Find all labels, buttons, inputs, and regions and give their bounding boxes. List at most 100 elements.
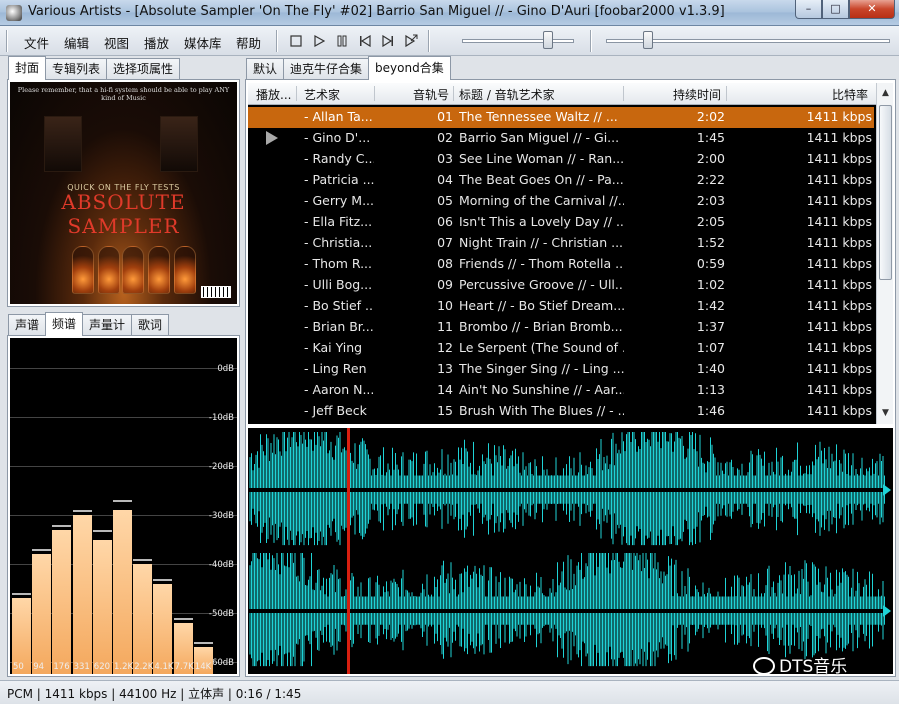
table-row[interactable]: - Gerry M... 05 Morning of the Carnival //… — [248, 191, 874, 212]
menu-playback[interactable]: 播放 — [144, 33, 169, 52]
previous-button[interactable] — [356, 32, 374, 50]
table-row[interactable]: - Allan Ta... 01 The Tennessee Waltz // ..… — [248, 107, 874, 128]
cell-artist: - Randy C... — [304, 151, 374, 166]
seekbar-thumb[interactable] — [543, 31, 553, 49]
frequency-label: 331 — [73, 662, 90, 672]
table-row[interactable]: - Kai Ying 12 Le Serpent (The Sound of ...… — [248, 338, 874, 359]
cell-duration: 1:13 — [696, 382, 725, 397]
column-divider[interactable] — [453, 86, 454, 101]
cell-bitrate: 1411 kbps — [806, 256, 872, 271]
cell-artist: - Brian Br... — [304, 319, 374, 334]
table-row[interactable]: - Bo Stief ... 10 Heart // - Bo Stief Drea… — [248, 296, 874, 317]
table-row[interactable]: - Aaron N... 14 Ain't No Sunshine // - Aar… — [248, 380, 874, 401]
volume-thumb[interactable] — [643, 31, 653, 49]
table-row[interactable]: - Randy C... 03 See Line Woman // - Ran...… — [248, 149, 874, 170]
table-row[interactable]: - Patricia ... 04 The Beat Goes On // - Pa… — [248, 170, 874, 191]
cell-bitrate: 1411 kbps — [806, 340, 872, 355]
table-row[interactable]: - Brian Br... 11 Brombo // - Brian Bromb..… — [248, 317, 874, 338]
menu-help[interactable]: 帮助 — [236, 33, 261, 52]
tab-spectrum[interactable]: 频谱 — [45, 312, 84, 336]
left-bottom-tabs: 声谱 频谱 声量计 歌词 — [8, 312, 170, 336]
cell-bitrate: 1411 kbps — [806, 109, 872, 124]
next-icon — [382, 35, 393, 47]
watermark-text: DTS音乐 — [779, 657, 848, 677]
column-duration[interactable]: 持续时间 — [673, 86, 721, 103]
scroll-up-arrow-icon[interactable]: ▲ — [877, 85, 894, 102]
waveform-center-gap — [248, 488, 893, 492]
column-artist[interactable]: 艺术家 — [304, 86, 340, 103]
maximize-button[interactable]: □ — [822, 0, 849, 19]
minimize-button[interactable]: – — [795, 0, 822, 19]
table-row[interactable]: - Christia... 07 Night Train // - Christia… — [248, 233, 874, 254]
next-button[interactable] — [379, 32, 397, 50]
tab-playlist-default[interactable]: 默认 — [246, 58, 285, 80]
cell-duration: 0:59 — [696, 256, 725, 271]
cell-duration: 2:00 — [696, 151, 725, 166]
cover-tube — [148, 246, 170, 294]
cell-title: Barrio San Miguel // - Gi... — [459, 130, 620, 145]
cell-track-number: 10 — [437, 298, 453, 313]
table-row[interactable]: - Gino D'... 02 Barrio San Miguel // - Gi.… — [248, 128, 874, 149]
scrollbar-thumb[interactable] — [879, 105, 892, 280]
tab-album-list[interactable]: 专辑列表 — [45, 58, 108, 80]
scroll-down-arrow-icon[interactable]: ▼ — [877, 405, 894, 422]
db-label: -10dB — [208, 413, 234, 423]
cell-artist: - Ling Ren — [304, 361, 367, 376]
tab-spectrogram[interactable]: 声谱 — [8, 314, 47, 336]
column-divider[interactable] — [374, 86, 375, 101]
column-divider[interactable] — [726, 86, 727, 101]
spectrum-gridline — [10, 466, 237, 467]
seekbar-track[interactable] — [462, 39, 574, 43]
table-row[interactable]: - Ulli Bog... 09 Percussive Groove // - Ul… — [248, 275, 874, 296]
frequency-label: 2.2K — [134, 662, 154, 672]
cell-artist: - Bo Stief ... — [304, 298, 374, 313]
menu-edit[interactable]: 编辑 — [64, 33, 89, 52]
spectrum-bar — [133, 564, 153, 674]
spectrum-peak — [32, 549, 52, 552]
spectrum-bar — [153, 583, 173, 674]
cell-track-number: 04 — [437, 172, 453, 187]
table-row[interactable]: - Ella Fitz... 06 Isn't This a Lovely Day … — [248, 212, 874, 233]
toolbar-separator — [428, 30, 430, 52]
tab-selection-properties[interactable]: 选择项属性 — [106, 58, 181, 80]
table-row[interactable]: - Jeff Beck 15 Brush With The Blues // - .… — [248, 401, 874, 422]
waveform-seekbar[interactable] — [248, 428, 893, 674]
tab-playlist-dicky[interactable]: 迪克牛仔合集 — [283, 58, 370, 80]
random-button[interactable] — [402, 32, 420, 50]
frequency-label: 14K — [194, 662, 212, 672]
tab-playlist-beyond[interactable]: beyond合集 — [368, 56, 451, 80]
column-playing[interactable]: 播放... — [256, 86, 291, 103]
spectrum-peak — [52, 524, 72, 527]
menu-file[interactable]: 文件 — [24, 33, 49, 52]
cell-title: Heart // - Bo Stief Dream... — [459, 298, 624, 313]
table-row[interactable]: - Ling Ren 13 The Singer Sing // - Ling ..… — [248, 359, 874, 380]
cell-artist: - Ulli Bog... — [304, 277, 373, 292]
column-track-number[interactable]: 音轨号 — [413, 86, 449, 103]
table-row[interactable]: - Thom R... 08 Friends // - Thom Rotella .… — [248, 254, 874, 275]
tab-cover[interactable]: 封面 — [8, 56, 47, 80]
play-button[interactable] — [310, 32, 328, 50]
previous-icon — [360, 35, 371, 47]
column-bitrate[interactable]: 比特率 — [832, 86, 868, 103]
stop-button[interactable] — [287, 32, 305, 50]
menu-library[interactable]: 媒体库 — [184, 33, 222, 52]
playlist-scrollbar[interactable]: ▲ ▼ — [876, 83, 893, 424]
column-divider[interactable] — [296, 86, 297, 101]
db-label: -40dB — [208, 560, 234, 570]
column-divider[interactable] — [623, 86, 624, 101]
cell-duration: 2:22 — [696, 172, 725, 187]
tab-lyrics[interactable]: 歌词 — [131, 314, 170, 336]
spectrum-bar — [92, 539, 112, 674]
pause-button[interactable] — [333, 32, 351, 50]
cell-artist: - Patricia ... — [304, 172, 374, 187]
cover-title: ABSOLUTE SAMPLER — [61, 190, 186, 238]
column-title[interactable]: 标题 / 音轨艺术家 — [459, 86, 555, 103]
waveform-graph — [248, 432, 893, 667]
cell-track-number: 03 — [437, 151, 453, 166]
close-button[interactable]: ✕ — [849, 0, 895, 19]
cover-speaker-right — [160, 116, 198, 172]
cover-top-text: Please remember, that a hi-fi system sho… — [17, 86, 230, 102]
playback-cursor[interactable] — [347, 428, 350, 674]
menu-view[interactable]: 视图 — [104, 33, 129, 52]
tab-vu-meter[interactable]: 声量计 — [82, 314, 133, 336]
